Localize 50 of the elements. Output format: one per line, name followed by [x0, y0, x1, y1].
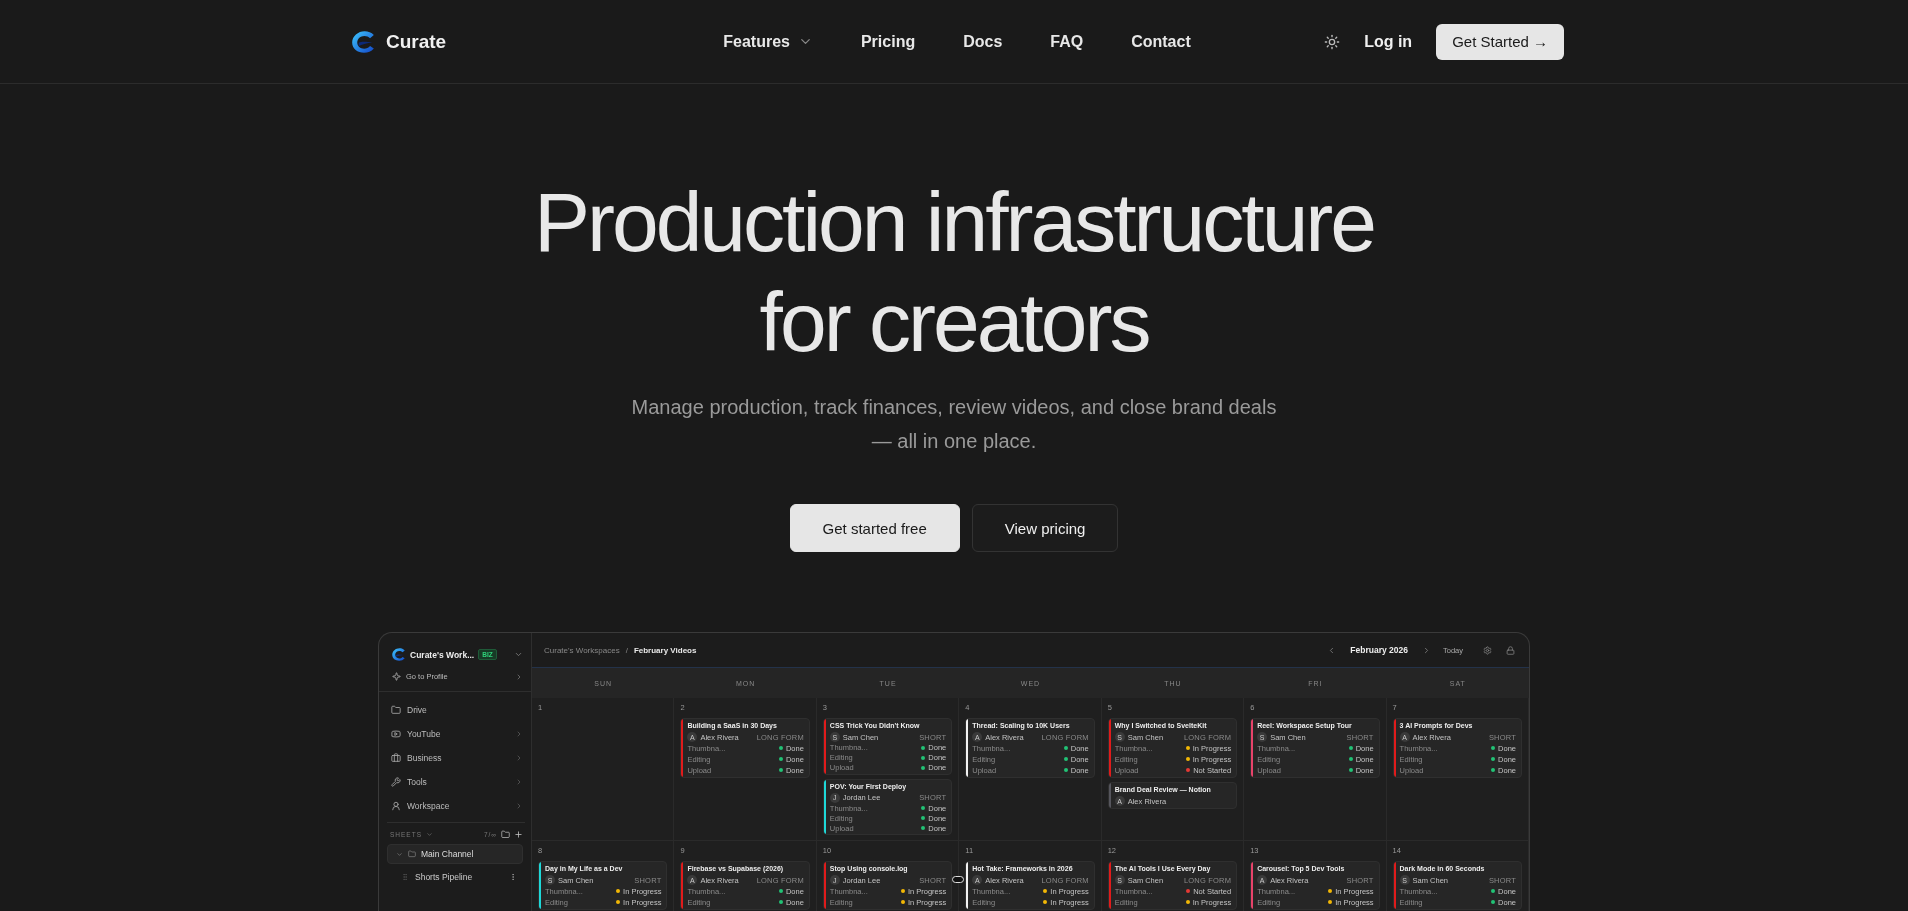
get-started-button[interactable]: Get Started → — [1436, 23, 1564, 60]
brand-name: Curate — [386, 30, 447, 53]
scroll-handle[interactable] — [952, 876, 964, 883]
nav-link[interactable]: Docs — [963, 32, 1003, 51]
new-folder-icon[interactable] — [501, 830, 510, 839]
breadcrumb-separator: / — [625, 645, 628, 655]
sidebar-item[interactable]: YouTube — [391, 722, 523, 746]
sidebar-item[interactable]: Drive — [391, 698, 523, 722]
theme-toggle-icon[interactable] — [1324, 33, 1341, 50]
chevron-down-icon[interactable] — [426, 831, 433, 838]
hero-button[interactable]: View pricing — [971, 504, 1119, 552]
hero-title: Production infrastructure for creators — [532, 174, 1376, 371]
nav-link[interactable]: Features — [723, 32, 813, 51]
nav-link[interactable]: Pricing — [860, 32, 916, 51]
month-label: February 2026 — [1350, 645, 1408, 655]
logo-icon — [391, 647, 406, 662]
login-link[interactable]: Log in — [1364, 32, 1413, 51]
more-icon — [509, 873, 517, 881]
breadcrumb-link[interactable]: Curate's Workspaces — [544, 645, 620, 655]
sidebar-item[interactable]: Tools — [391, 770, 523, 794]
folder-icon — [391, 705, 401, 715]
sidebar-item[interactable]: Workspace — [391, 794, 523, 818]
hero-button[interactable]: Get started free — [789, 504, 960, 552]
chevron-right-icon — [515, 672, 523, 681]
add-icon[interactable] — [514, 830, 523, 839]
sheet-folder[interactable]: Main Channel — [387, 844, 523, 864]
nav-link[interactable]: Contact — [1131, 32, 1191, 51]
briefcase-icon — [391, 753, 401, 763]
chevron-right-icon — [515, 730, 523, 738]
chevron-right-icon — [515, 754, 523, 762]
sparkle-icon — [392, 672, 401, 681]
video-icon — [391, 729, 401, 739]
next-month-icon[interactable] — [1422, 645, 1431, 655]
workspace-name[interactable]: Curate's Work... — [410, 649, 475, 660]
sheet-item[interactable]: Shorts Pipeline — [401, 866, 523, 888]
folder-icon — [408, 850, 416, 858]
hero-subtitle: Manage production, track finances, review videos, and close brand deals — all in one place. — [630, 395, 1278, 454]
chevron-right-icon — [515, 778, 523, 786]
settings-icon[interactable] — [1483, 645, 1492, 655]
wrench-icon — [391, 777, 401, 787]
person-icon — [391, 801, 401, 811]
chevron-right-icon — [515, 802, 523, 810]
drag-handle-icon — [401, 873, 409, 881]
sidebar-item[interactable]: Business — [391, 746, 523, 770]
breadcrumb-current: February Videos — [633, 645, 697, 655]
chevron-down-icon[interactable] — [514, 650, 523, 659]
chevron-down-icon — [396, 850, 403, 858]
lock-icon[interactable] — [1506, 645, 1515, 655]
logo-icon — [350, 28, 376, 55]
nav-link[interactable]: FAQ — [1050, 32, 1084, 51]
